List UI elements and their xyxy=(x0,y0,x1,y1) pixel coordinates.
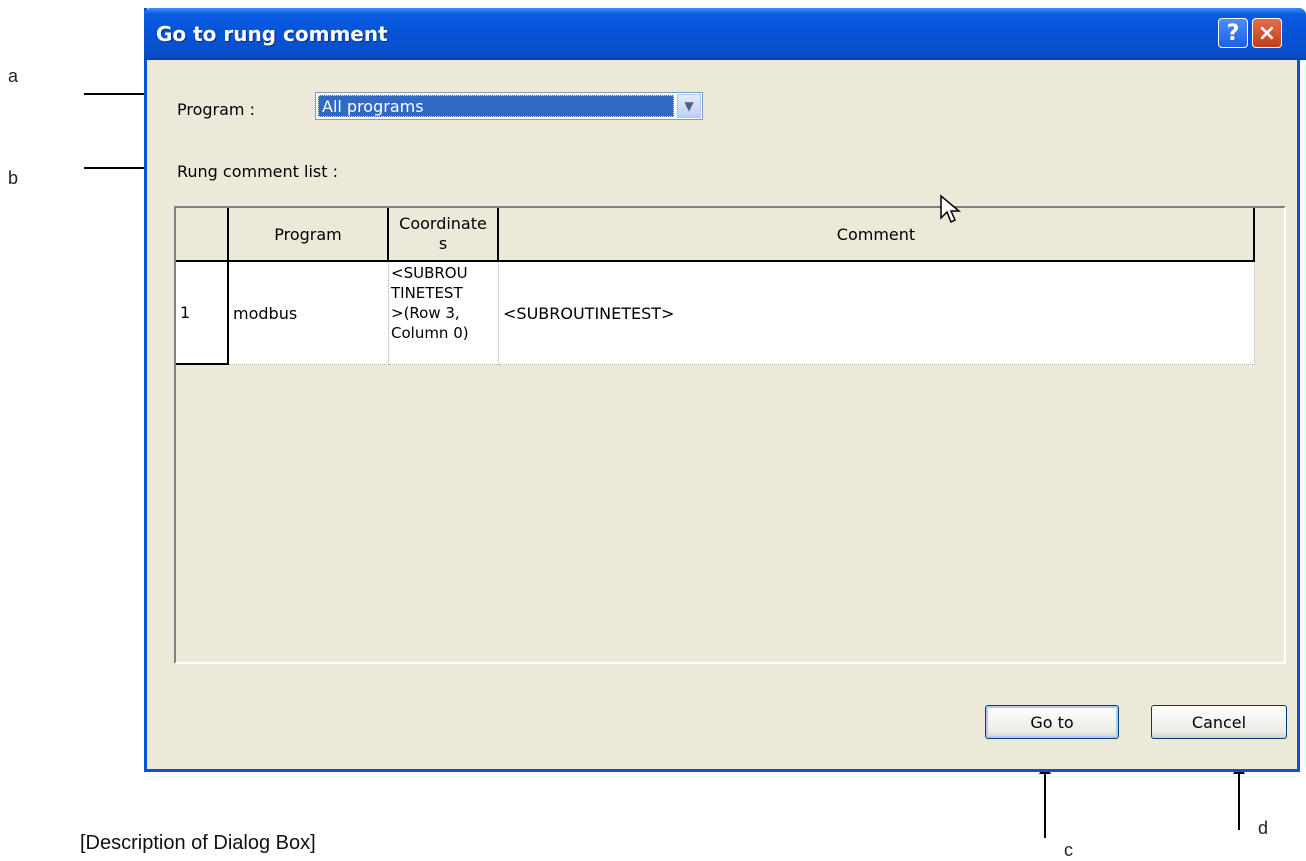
annotation-a: a xyxy=(8,66,19,86)
annotation-d: d xyxy=(1258,818,1269,838)
cancel-button[interactable]: Cancel xyxy=(1151,705,1287,739)
row-number[interactable]: 1 xyxy=(176,262,229,365)
program-select[interactable]: All programs ▼ xyxy=(315,92,703,120)
dialog-title: Go to rung comment xyxy=(156,22,388,46)
help-icon: ? xyxy=(1226,20,1240,46)
rung-comment-list-label: Rung comment list : xyxy=(177,162,338,181)
title-bar[interactable]: Go to rung comment ? × xyxy=(144,8,1306,60)
annotation-arrow-c xyxy=(1039,764,1051,838)
header-corner xyxy=(176,208,229,262)
annotation-b: b xyxy=(8,168,19,188)
cell-comment[interactable]: <SUBROUTINETEST> xyxy=(499,262,1255,365)
cell-program[interactable]: modbus xyxy=(229,262,389,365)
annotation-c: c xyxy=(1064,840,1073,860)
program-label: Program : xyxy=(177,100,255,119)
header-coordinates[interactable]: Coordinate s xyxy=(389,208,499,262)
go-to-rung-comment-dialog: Go to rung comment ? × Program : All pro… xyxy=(144,8,1306,772)
annotation-arrow-d xyxy=(1233,764,1245,830)
rung-comment-grid[interactable]: Program Coordinate s Comment 1 modbus <S… xyxy=(174,206,1286,664)
caption: [Description of Dialog Box] xyxy=(80,832,316,854)
header-comment[interactable]: Comment xyxy=(499,208,1255,262)
cell-coordinates[interactable]: <SUBROU TINETEST >(Row 3, Column 0) xyxy=(389,262,499,365)
header-program[interactable]: Program xyxy=(229,208,389,262)
mouse-pointer-icon xyxy=(940,194,962,224)
close-icon: × xyxy=(1257,20,1277,46)
help-button[interactable]: ? xyxy=(1218,18,1248,48)
program-select-value: All programs xyxy=(318,95,674,117)
close-button[interactable]: × xyxy=(1252,18,1282,48)
chevron-down-icon[interactable]: ▼ xyxy=(677,94,701,118)
go-to-button[interactable]: Go to xyxy=(985,705,1119,739)
